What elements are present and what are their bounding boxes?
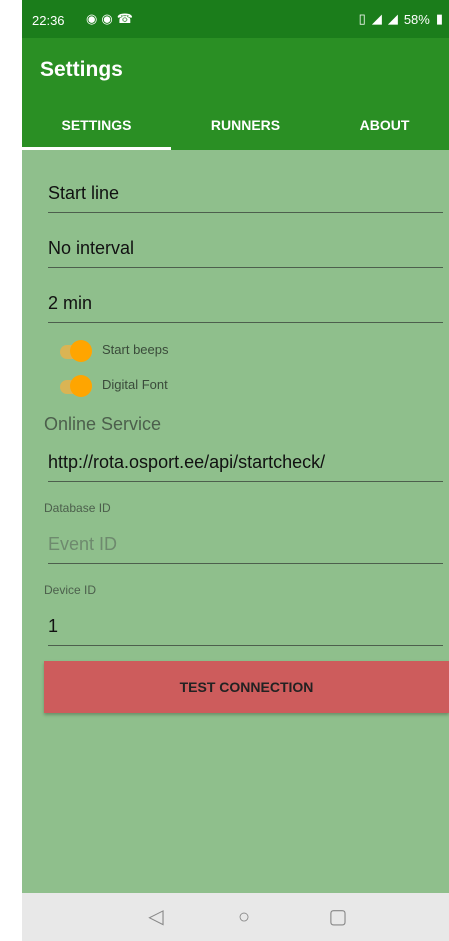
home-icon[interactable]: ○ [232, 905, 256, 929]
notification-icons: ◉ ◉ ☎ [86, 11, 133, 27]
back-icon[interactable]: ◁ [144, 905, 168, 929]
status-time: 22:36 [32, 13, 65, 28]
online-service-value: http://rota.osport.ee/api/startcheck/ [48, 452, 326, 472]
vibrate-icon: ▯ [358, 11, 366, 26]
test-connection-button[interactable]: TEST CONNECTION [44, 661, 449, 713]
messenger-icon: ◉ [101, 11, 113, 26]
battery-icon: ▮ [435, 11, 443, 26]
phone-screen: 22:36 ◉ ◉ ☎ ▯ ◢ ◢ 58% ▮ Settings SETTING… [22, 0, 449, 941]
duration-value: 2 min [48, 293, 93, 313]
online-service-label: Online Service [44, 414, 162, 434]
toggle-thumb [70, 340, 92, 362]
online-service-input[interactable]: http://rota.osport.ee/api/startcheck/ [48, 446, 443, 482]
tab-runners[interactable]: RUNNERS [171, 106, 320, 150]
system-icons: ▯ ◢ ◢ 58% ▮ [359, 11, 443, 27]
status-bar: 22:36 ◉ ◉ ☎ ▯ ◢ ◢ 58% ▮ [22, 0, 449, 38]
interval-value: No interval [48, 238, 135, 258]
recents-icon[interactable]: ▢ [326, 905, 350, 929]
start-beeps-label: Start beeps [102, 342, 169, 357]
signal-icon: ◢ [387, 11, 398, 26]
device-id-input[interactable]: 1 [48, 610, 443, 646]
start-beeps-toggle[interactable]: Start beeps [60, 339, 220, 363]
database-id-label: Database ID [44, 501, 111, 515]
battery-text: 58% [403, 11, 430, 27]
system-nav-bar: ◁ ○ ▢ [22, 893, 449, 941]
tab-settings[interactable]: SETTINGS [22, 106, 171, 150]
duration-dropdown[interactable]: 2 min [48, 287, 443, 323]
app-bar: Settings SETTINGS RUNNERS ABOUT [22, 38, 449, 150]
event-id-placeholder: Event ID [48, 534, 118, 554]
messenger-icon: ◉ [86, 11, 98, 26]
missed-call-icon: ☎ [116, 11, 133, 26]
device-id-value: 1 [48, 616, 59, 636]
page-title: Settings [40, 58, 123, 81]
tab-bar: SETTINGS RUNNERS ABOUT [22, 106, 449, 150]
event-id-input[interactable]: Event ID [48, 528, 443, 564]
device-id-label: Device ID [44, 583, 97, 597]
start-line-dropdown[interactable]: Start line [48, 176, 443, 213]
interval-dropdown[interactable]: No interval [48, 232, 443, 268]
digital-font-toggle[interactable]: Digital Font [60, 374, 220, 398]
tab-about[interactable]: ABOUT [320, 106, 449, 150]
digital-font-label: Digital Font [102, 377, 168, 392]
toggle-thumb [70, 375, 92, 397]
data-4g-icon: ◢ [371, 11, 382, 26]
start-line-value: Start line [48, 183, 120, 203]
tab-indicator [22, 147, 171, 150]
